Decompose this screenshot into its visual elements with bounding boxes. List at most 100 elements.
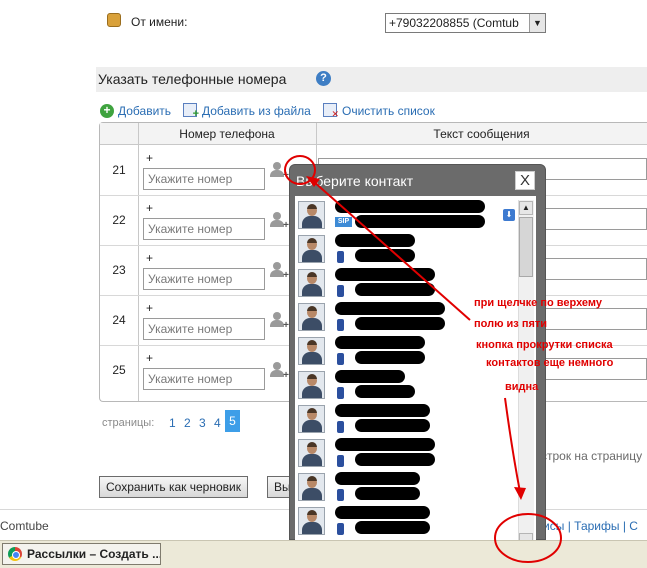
mobile-phone-icon bbox=[337, 319, 344, 331]
redacted-contact-number bbox=[355, 249, 415, 262]
row-number: 22 bbox=[112, 213, 126, 227]
contact-avatar bbox=[298, 303, 325, 331]
contact-list-item[interactable] bbox=[295, 232, 536, 266]
redacted-contact-number bbox=[355, 385, 415, 398]
phone-number-input[interactable]: Укажите номер bbox=[143, 168, 265, 190]
page-link-4[interactable]: 4 bbox=[214, 416, 221, 430]
redacted-contact-name bbox=[335, 404, 430, 417]
mobile-phone-icon bbox=[337, 353, 344, 365]
redacted-contact-name bbox=[335, 472, 420, 485]
clear-list-icon[interactable] bbox=[323, 103, 339, 120]
download-icon[interactable]: ⬇ bbox=[503, 209, 515, 221]
redacted-contact-number bbox=[355, 419, 430, 432]
row-number: 21 bbox=[112, 163, 126, 177]
annotation-line-3: кнопка прокрутки списка bbox=[476, 339, 613, 351]
scroll-down-button[interactable] bbox=[519, 533, 533, 540]
redacted-contact-name bbox=[335, 234, 415, 247]
add-contact-icon[interactable]: + bbox=[270, 212, 289, 231]
scrollbar-thumb[interactable] bbox=[519, 217, 533, 277]
redacted-contact-number bbox=[355, 215, 485, 228]
sender-select-value: +79032208855 (Comtub bbox=[389, 16, 519, 30]
phone-number-input[interactable]: Укажите номер bbox=[143, 268, 265, 290]
row-number: 25 bbox=[112, 363, 126, 377]
footer-links[interactable]: рвисы | Тарифы | С bbox=[530, 519, 638, 533]
add-from-file-link[interactable]: Добавить из файла bbox=[202, 104, 311, 118]
redacted-contact-number bbox=[355, 487, 420, 500]
country-plus-sign: + bbox=[146, 201, 154, 215]
annotation-line-1: при щелчке по верхему bbox=[474, 297, 603, 309]
redacted-contact-name bbox=[335, 370, 405, 383]
help-icon[interactable]: ? bbox=[316, 71, 331, 86]
contact-list-item[interactable] bbox=[295, 368, 536, 402]
page-link-3[interactable]: 3 bbox=[199, 416, 206, 430]
column-header-message: Текст сообщения bbox=[433, 127, 530, 141]
section-title: Указать телефонные номера bbox=[98, 71, 287, 87]
mobile-phone-icon bbox=[337, 285, 344, 297]
redacted-contact-number bbox=[355, 521, 430, 534]
dialog-title: Выберите контакт bbox=[296, 173, 414, 189]
add-contact-icon[interactable]: + bbox=[270, 362, 289, 381]
column-header-phone: Номер телефона bbox=[179, 127, 275, 141]
phone-number-input[interactable]: Укажите номер bbox=[143, 318, 265, 340]
mobile-phone-icon bbox=[337, 421, 344, 433]
contact-list-item[interactable] bbox=[295, 266, 536, 300]
clear-list-link[interactable]: Очистить список bbox=[342, 104, 435, 118]
add-link[interactable]: Добавить bbox=[118, 104, 171, 118]
contact-avatar bbox=[298, 235, 325, 263]
contact-list-item[interactable]: SIP bbox=[295, 198, 536, 232]
redacted-contact-number bbox=[355, 351, 425, 364]
save-draft-button[interactable]: Сохранить как черновик bbox=[99, 476, 248, 498]
redacted-contact-number bbox=[355, 453, 435, 466]
country-plus-sign: + bbox=[146, 351, 154, 365]
country-plus-sign: + bbox=[146, 251, 154, 265]
redacted-contact-name bbox=[335, 268, 435, 281]
add-icon[interactable]: + bbox=[100, 104, 114, 118]
chrome-icon bbox=[8, 547, 22, 561]
add-from-file-icon[interactable] bbox=[183, 103, 199, 120]
pager-label: страницы: bbox=[102, 417, 155, 429]
add-contact-icon[interactable]: + bbox=[270, 262, 289, 281]
contact-avatar bbox=[298, 269, 325, 297]
country-plus-sign: + bbox=[146, 151, 154, 165]
redacted-contact-number bbox=[355, 283, 435, 296]
country-plus-sign: + bbox=[146, 301, 154, 315]
sip-badge: SIP bbox=[335, 217, 352, 227]
mobile-phone-icon bbox=[337, 523, 344, 535]
footer-brand: Comtube bbox=[0, 519, 49, 533]
taskbar-window-button[interactable]: Рассылки – Создать ... bbox=[2, 543, 161, 565]
redacted-contact-name bbox=[335, 336, 425, 349]
sender-label: От имени: bbox=[131, 15, 188, 29]
redacted-contact-name bbox=[335, 200, 485, 213]
phone-number-input[interactable]: Укажите номер bbox=[143, 368, 265, 390]
per-page-text: 0 строк на страницу bbox=[531, 449, 643, 463]
scroll-up-button[interactable]: ▲ bbox=[519, 201, 533, 215]
page-link-2[interactable]: 2 bbox=[184, 416, 191, 430]
redacted-contact-number bbox=[355, 317, 445, 330]
redacted-contact-name bbox=[335, 438, 435, 451]
contact-list-item[interactable] bbox=[295, 436, 536, 470]
redacted-contact-name bbox=[335, 506, 430, 519]
contact-list-item[interactable] bbox=[295, 504, 536, 538]
contact-list-item[interactable] bbox=[295, 402, 536, 436]
page-link-current[interactable]: 5 bbox=[225, 410, 240, 432]
phone-number-input[interactable]: Укажите номер bbox=[143, 218, 265, 240]
contact-avatar bbox=[298, 473, 325, 501]
add-contact-icon[interactable]: + bbox=[270, 162, 289, 181]
annotation-line-2: полю из пяти bbox=[474, 318, 548, 330]
add-contact-icon[interactable]: + bbox=[270, 312, 289, 331]
annotation-line-5: видна bbox=[505, 381, 539, 393]
mobile-phone-icon bbox=[337, 251, 344, 263]
mobile-phone-icon bbox=[337, 455, 344, 467]
contact-avatar bbox=[298, 405, 325, 433]
redacted-contact-name bbox=[335, 302, 445, 315]
row-number: 24 bbox=[112, 313, 126, 327]
sender-select[interactable]: +79032208855 (Comtub ▼ bbox=[385, 13, 546, 33]
column-divider bbox=[138, 123, 139, 401]
row-number: 23 bbox=[112, 263, 126, 277]
sender-icon bbox=[107, 13, 121, 27]
contact-avatar bbox=[298, 439, 325, 467]
contact-list-item[interactable] bbox=[295, 470, 536, 504]
close-icon[interactable]: X bbox=[515, 171, 535, 190]
page-link-1[interactable]: 1 bbox=[169, 416, 176, 430]
chevron-down-icon[interactable]: ▼ bbox=[529, 14, 545, 32]
